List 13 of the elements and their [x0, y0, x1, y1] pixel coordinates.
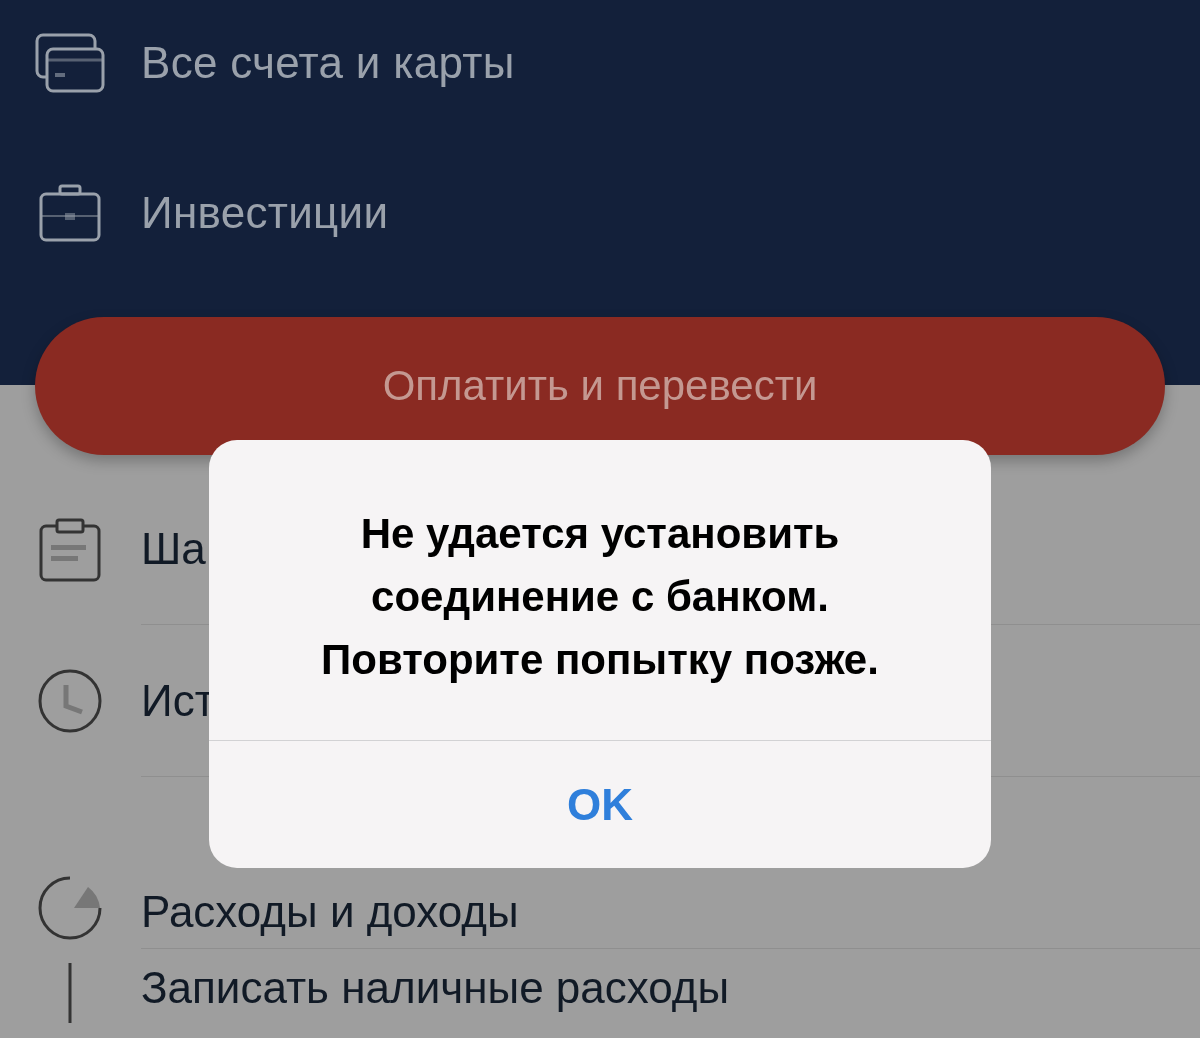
clock-icon	[38, 669, 102, 733]
alert-message: Не удается установить соединение с банком. Повторите попытку позже.	[209, 440, 991, 741]
menu-item[interactable]: Инвестиции	[141, 188, 389, 238]
ok-button[interactable]: OK	[209, 741, 991, 868]
menu-item[interactable]: Ша	[141, 523, 206, 574]
menu-item[interactable]: Все счета и карты	[141, 38, 515, 88]
pie-chart-icon	[38, 876, 102, 940]
menu-item[interactable]: Расходы и доходы	[141, 887, 519, 938]
briefcase-icon	[39, 184, 101, 242]
clipboard-icon	[39, 518, 101, 582]
pay-transfer-button[interactable]: Оплатить и перевести	[35, 317, 1165, 455]
menu-item[interactable]: Записать наличные расходы	[141, 963, 730, 1014]
cards-icon	[35, 33, 105, 93]
